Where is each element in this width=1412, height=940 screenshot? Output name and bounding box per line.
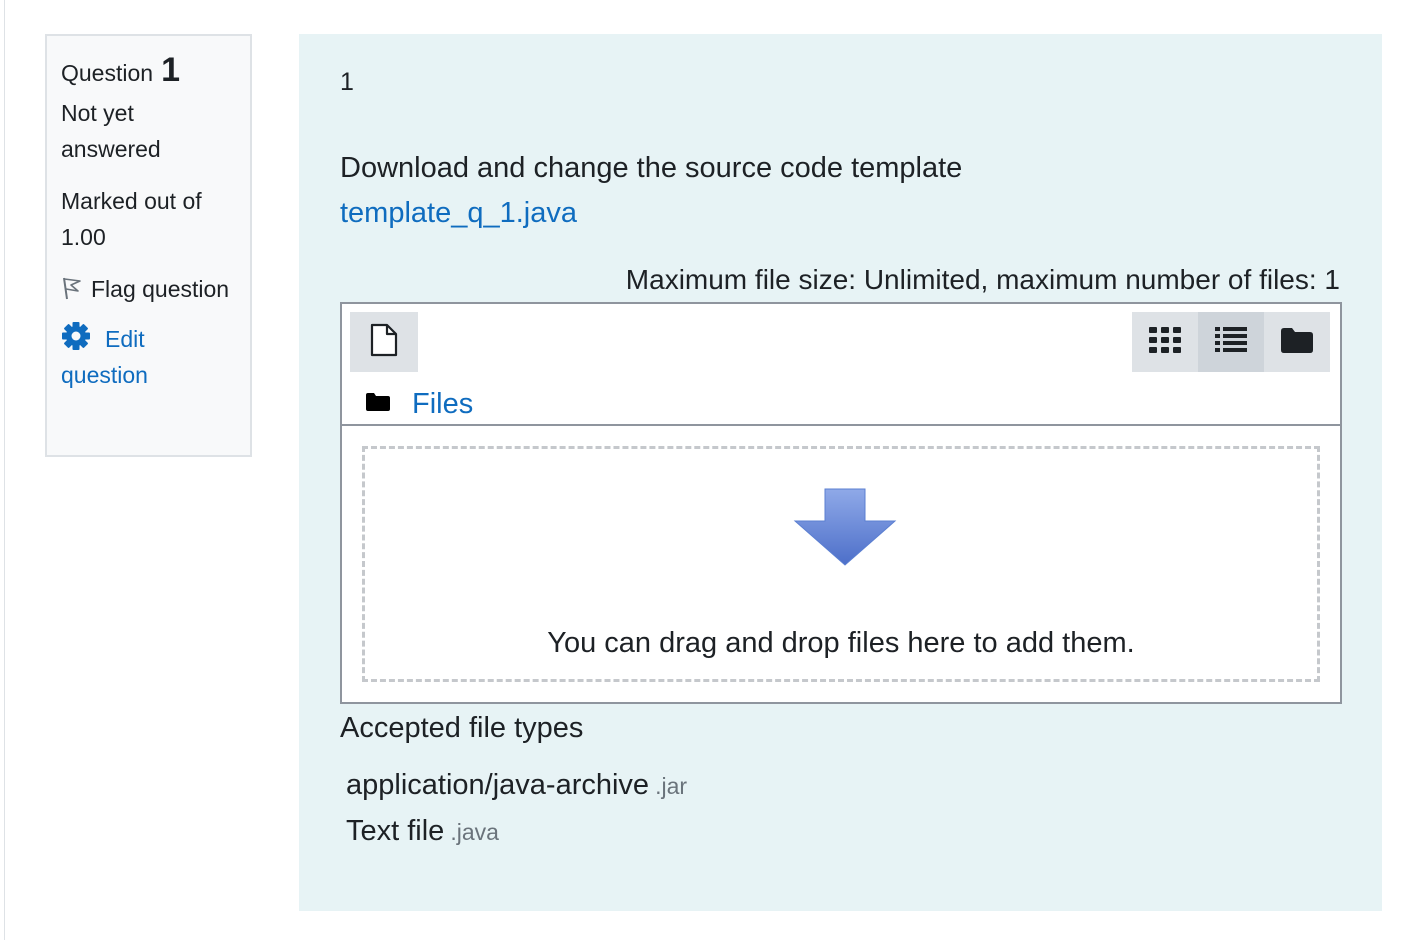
file-drop-zone[interactable]: You can drag and drop files here to add … <box>362 446 1320 682</box>
file-limits-text: Maximum file size: Unlimited, maximum nu… <box>625 264 1340 295</box>
list-item: application/java-archive .jar <box>346 770 687 802</box>
file-type-name: application/java-archive <box>346 769 650 801</box>
flag-question-toggle[interactable]: Flag question <box>61 271 236 307</box>
question-label: Question <box>61 60 154 86</box>
drop-arrow-icon <box>793 487 897 574</box>
file-manager-divider <box>342 424 1340 426</box>
page-left-rule <box>4 0 5 940</box>
list-item: Text file .java <box>346 816 687 848</box>
list-view-button[interactable] <box>1198 312 1264 372</box>
view-switcher <box>1132 312 1330 372</box>
drop-message: You can drag and drop files here to add … <box>547 627 1135 659</box>
icons-view-button[interactable] <box>1132 312 1198 372</box>
flag-question-label: Flag question <box>91 276 230 302</box>
question-text-number: 1 <box>340 68 354 96</box>
file-manager: Files You can drag and drop files here t… <box>340 302 1342 704</box>
tree-view-icon <box>1281 327 1313 358</box>
question-info-panel: Question 1 Not yet answered Marked out o… <box>45 34 252 457</box>
file-type-name: Text file <box>346 815 445 847</box>
breadcrumb: Files <box>366 384 473 424</box>
breadcrumb-files-link[interactable]: Files <box>412 388 473 421</box>
add-file-icon <box>369 323 399 362</box>
tree-view-button[interactable] <box>1264 312 1330 372</box>
folder-icon <box>366 392 390 416</box>
accepted-types-title: Accepted file types <box>340 712 584 744</box>
question-content: 1 Download and change the source code te… <box>299 34 1382 911</box>
list-view-icon <box>1215 326 1247 358</box>
accepted-types-list: application/java-archive .jar Text file .j… <box>346 770 687 862</box>
edit-question-link[interactable]: Edit question <box>61 321 236 393</box>
add-file-button[interactable] <box>350 312 418 372</box>
file-type-extension: .java <box>450 819 499 845</box>
file-manager-toolbar <box>350 312 1330 372</box>
template-download-link[interactable]: template_q_1.java <box>340 197 577 230</box>
question-number-value: 1 <box>161 51 180 89</box>
question-number: Question 1 <box>61 52 236 91</box>
question-grade: Marked out of 1.00 <box>61 188 202 250</box>
gear-icon <box>61 321 91 351</box>
question-prompt: Download and change the source code temp… <box>340 152 963 184</box>
question-state: Not yet answered <box>61 100 161 162</box>
icons-view-icon <box>1149 326 1181 358</box>
flag-icon <box>61 274 83 300</box>
file-type-extension: .jar <box>655 773 688 799</box>
